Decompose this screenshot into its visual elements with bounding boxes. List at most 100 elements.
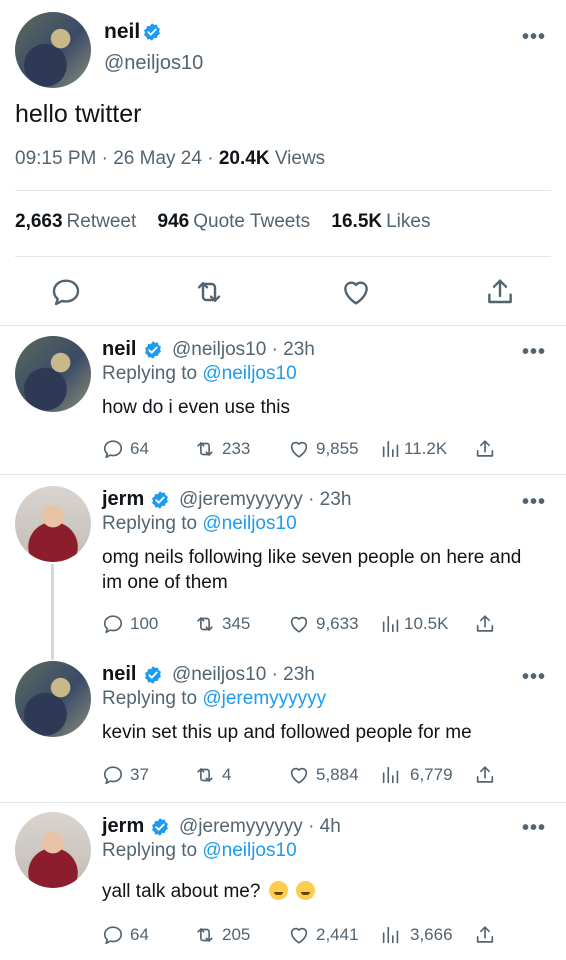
views-icon [380,924,402,946]
retweet-icon[interactable] [193,276,225,308]
retweet-icon [194,613,216,635]
tweet-text-content: yall talk about me? [102,881,261,902]
verified-icon [143,340,163,360]
views-icon [380,764,402,786]
share-icon [474,613,496,635]
like-icon [288,438,310,460]
divider [15,256,551,257]
like-icon [288,613,310,635]
reply-count: 100 [130,614,159,633]
views-button[interactable]: 10.5K [380,613,448,635]
reply-button[interactable]: 100 [102,613,158,635]
avatar[interactable] [15,812,91,888]
tweet-time[interactable]: 09:15 PM [15,148,96,169]
like-button[interactable]: 2,441 [288,924,359,946]
thread-line [51,564,54,660]
replying-label: Replying to [102,513,198,534]
retweet-icon [194,764,216,786]
author-name[interactable]: jerm [102,488,144,511]
replying-to-link[interactable]: @jeremyyyyyy [202,688,326,709]
likes-stat[interactable]: 16.5K Likes [331,211,430,232]
tweet-text: kevin set this up and followed people fo… [102,722,472,743]
reply-icon [102,613,124,635]
share-button[interactable] [474,764,496,786]
replying-label: Replying to [102,840,198,861]
views-button[interactable]: 11.2K [380,438,447,460]
reply-button[interactable]: 37 [102,764,149,786]
tweet-meta: 09:15 PM · 26 May 24 · 20.4K Views [15,148,326,169]
reply-count: 64 [130,925,149,944]
like-count: 5,884 [316,765,359,784]
more-options-icon[interactable]: ••• [522,817,546,840]
divider [0,325,566,326]
reply-button[interactable]: 64 [102,438,149,460]
views-label: Views [274,148,326,169]
replying-to: Replying to @neiljos10 [102,363,297,385]
replying-label: Replying to [102,688,198,709]
retweet-icon [194,924,216,946]
shushing-face-emoji-icon [268,881,288,900]
replying-to-link[interactable]: @neiljos10 [202,513,296,534]
share-button[interactable] [474,924,496,946]
replying-to-link[interactable]: @neiljos10 [202,840,296,861]
author-handle-time[interactable]: @neiljos10 · 23h [172,664,315,686]
like-count: 2,441 [316,925,359,944]
verified-icon [143,665,163,685]
author-handle-time[interactable]: @neiljos10 · 23h [172,339,315,361]
like-icon[interactable] [340,276,372,308]
author-name[interactable]: neil [102,663,136,686]
avatar[interactable] [15,661,91,737]
views-button[interactable]: 3,666 [380,924,453,946]
more-options-icon[interactable]: ••• [522,26,546,49]
views-count: 10.5K [404,614,449,633]
author-name[interactable]: jerm [102,815,144,838]
like-button[interactable]: 9,633 [288,613,359,635]
retweet-button[interactable]: 345 [194,613,250,635]
like-count: 9,633 [316,614,359,633]
author-handle[interactable]: @neiljos10 [104,52,203,75]
share-button[interactable] [474,613,496,635]
avatar[interactable] [15,12,91,88]
reply-button[interactable]: 64 [102,924,149,946]
divider [15,190,551,191]
pleading-face-emoji-icon [295,881,315,900]
replying-to: Replying to @neiljos10 [102,840,297,862]
quotes-stat[interactable]: 946 Quote Tweets [158,211,311,232]
retweet-button[interactable]: 233 [194,438,250,460]
author-handle-time[interactable]: @jeremyyyyyy · 4h [179,816,341,838]
author-handle-time[interactable]: @jeremyyyyyy · 23h [179,489,351,511]
reply-icon [102,438,124,460]
more-options-icon[interactable]: ••• [522,666,546,689]
views-count: 3,666 [410,925,453,944]
reply-icon [102,764,124,786]
retweets-count: 2,663 [15,211,63,232]
tweet-text: yall talk about me? [102,879,542,904]
share-icon [474,438,496,460]
views-button[interactable]: 6,779 [380,764,453,786]
retweet-count: 205 [222,925,251,944]
like-button[interactable]: 5,884 [288,764,359,786]
engagement-stats: 2,663 Retweet 946 Quote Tweets 16.5K Likes [15,211,446,233]
share-button[interactable] [474,438,496,460]
retweet-count: 233 [222,439,251,458]
quotes-count: 946 [157,211,190,232]
avatar[interactable] [15,336,91,412]
retweets-stat[interactable]: 2,663 Retweet [15,211,136,232]
more-options-icon[interactable]: ••• [522,341,546,364]
likes-label: Likes [386,211,431,232]
share-icon[interactable] [484,276,516,308]
reply-count: 37 [130,765,149,784]
author-name[interactable]: neil [102,338,136,361]
like-icon [288,764,310,786]
verified-icon [150,490,170,510]
avatar[interactable] [15,486,91,562]
more-options-icon[interactable]: ••• [522,491,546,514]
like-button[interactable]: 9,855 [288,438,359,460]
author-name[interactable]: neil [104,20,140,44]
reply-icon[interactable] [50,276,82,308]
retweet-button[interactable]: 4 [194,764,231,786]
like-icon [288,924,310,946]
replying-to-link[interactable]: @neiljos10 [202,363,296,384]
retweet-button[interactable]: 205 [194,924,250,946]
tweet-date[interactable]: 26 May 24 [113,148,202,169]
